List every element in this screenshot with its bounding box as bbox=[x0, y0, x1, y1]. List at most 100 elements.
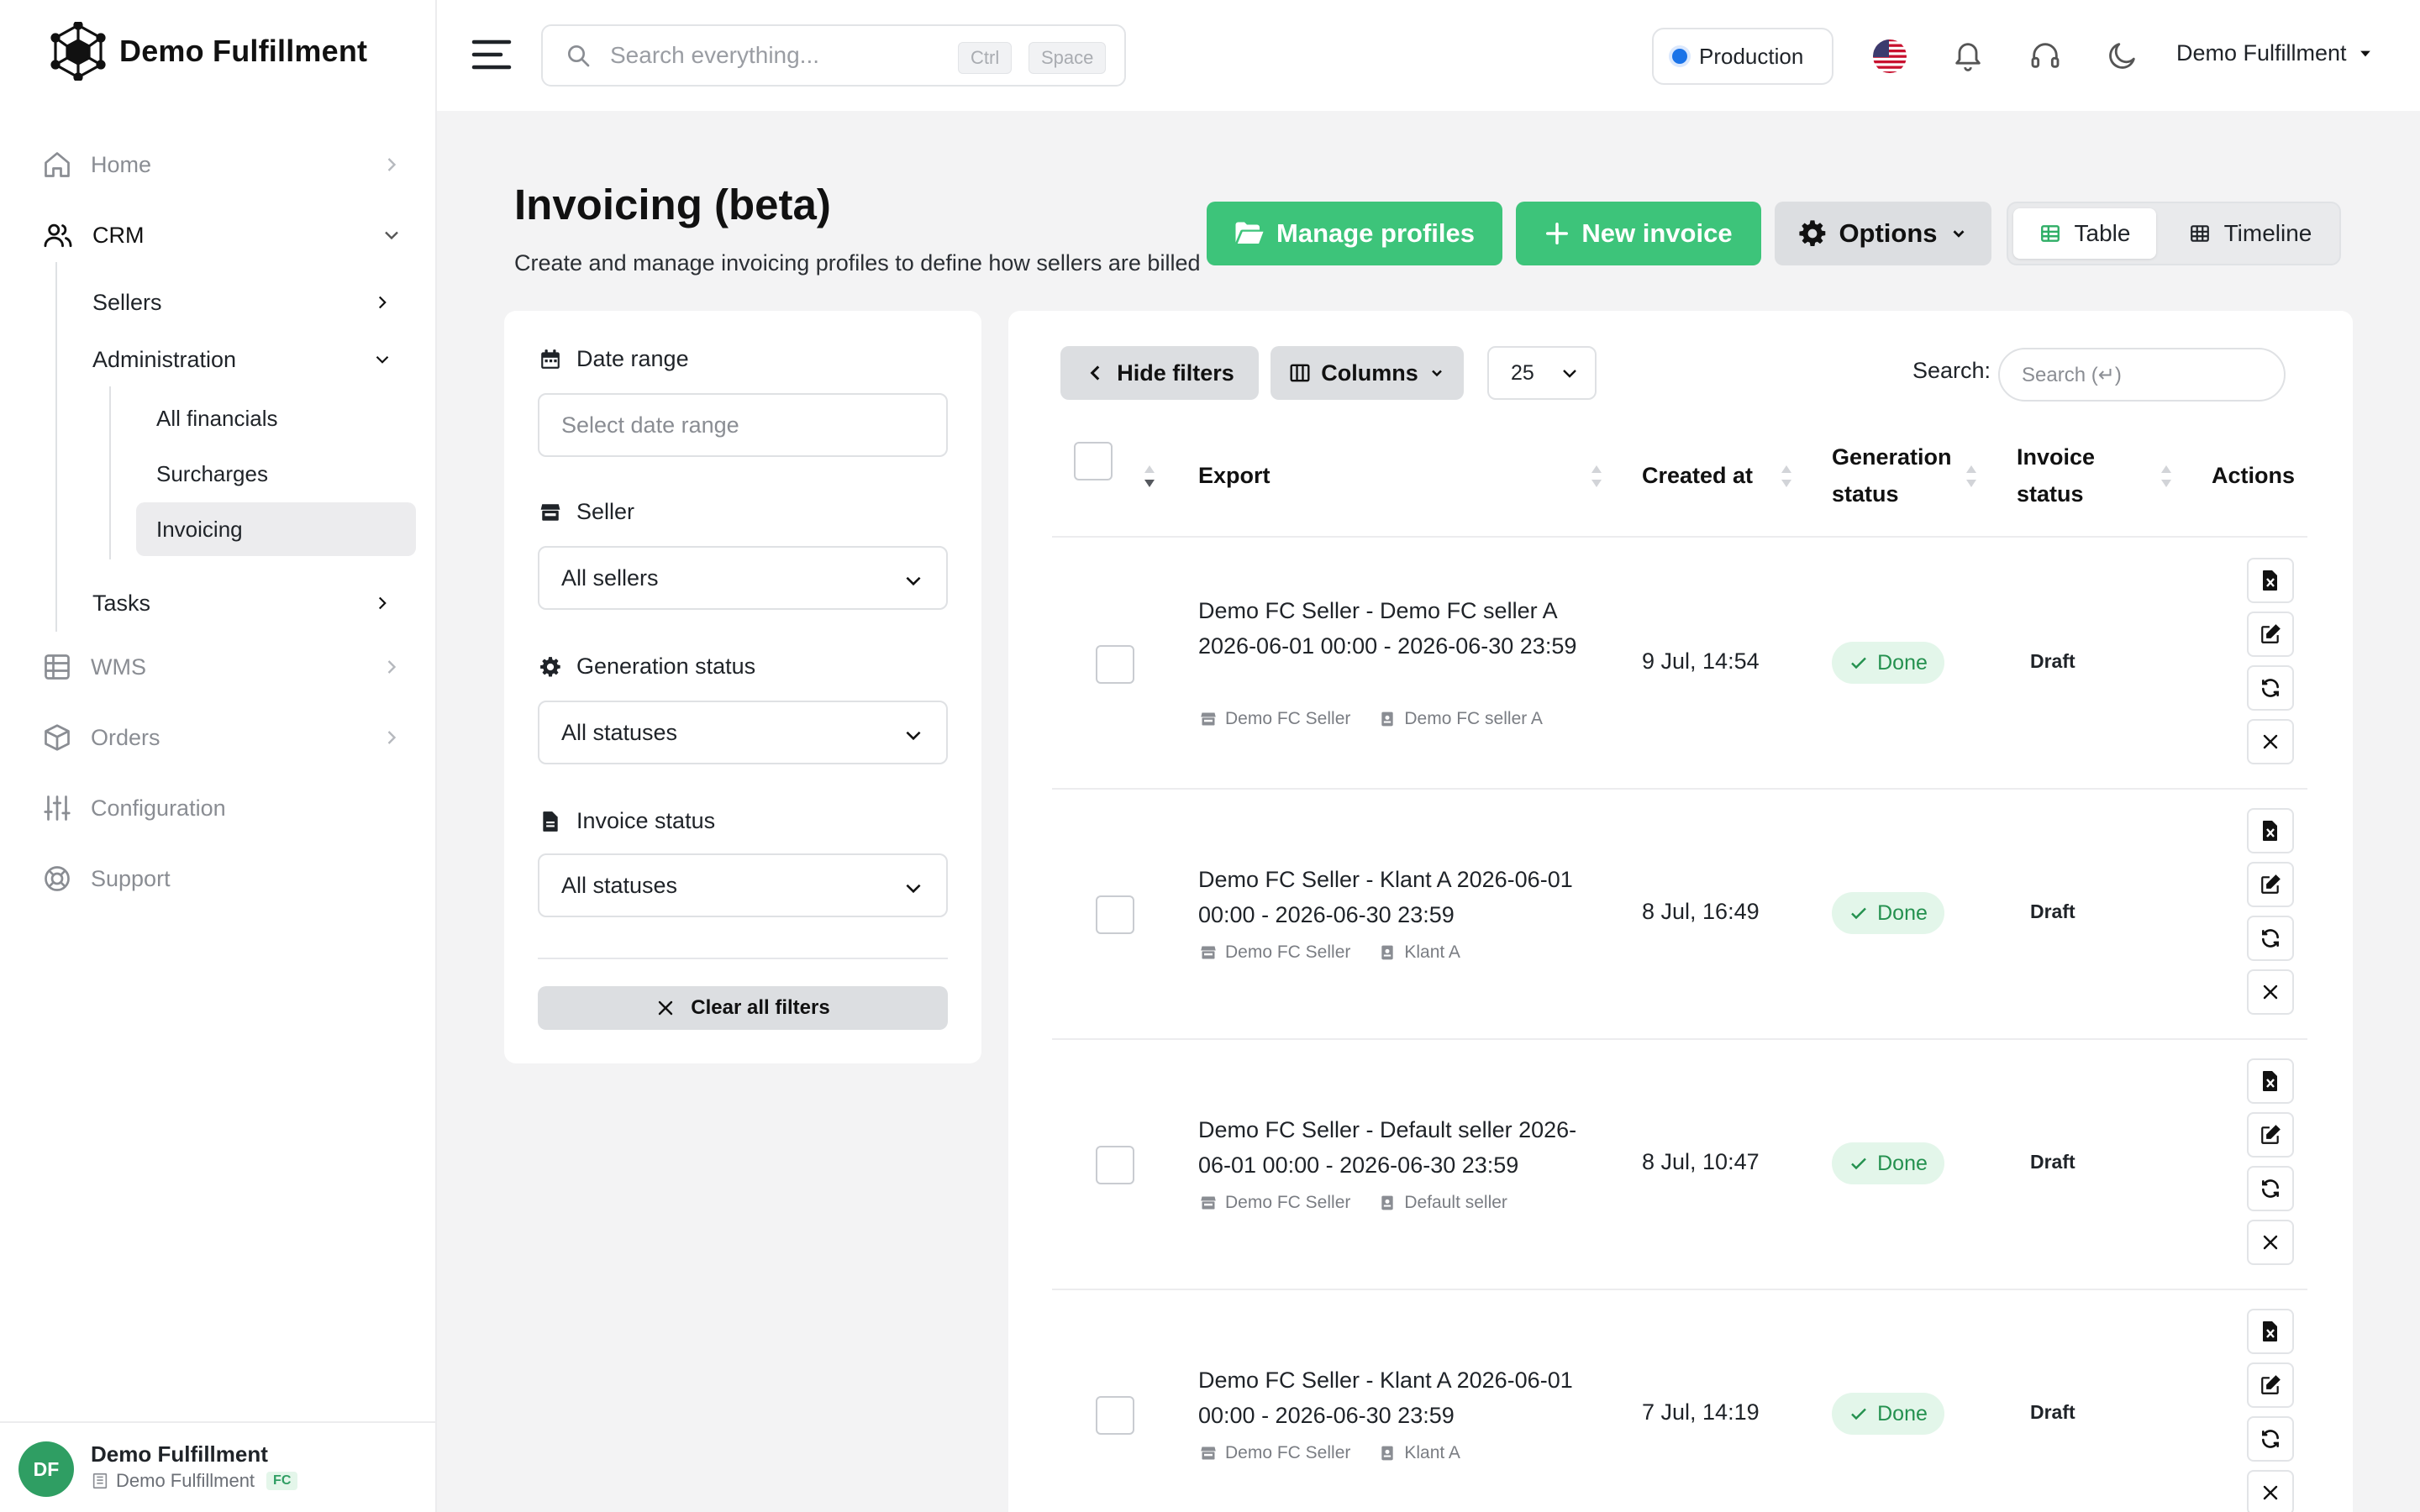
sort-icon[interactable] bbox=[1965, 462, 1978, 491]
invoice-status-select[interactable]: All statuses bbox=[538, 853, 948, 917]
file-excel-icon bbox=[2260, 1070, 2281, 1092]
calendar-icon bbox=[539, 349, 561, 370]
status-dot-icon bbox=[1672, 49, 1687, 64]
column-header-generation-status[interactable]: Generation status bbox=[1832, 438, 1952, 512]
edit-button[interactable] bbox=[2247, 862, 2294, 907]
menu-toggle-icon[interactable] bbox=[471, 34, 513, 76]
seller-select[interactable]: All sellers bbox=[538, 546, 948, 610]
chevron-down-icon bbox=[371, 349, 393, 370]
sidebar-item-invoicing[interactable]: Invoicing bbox=[136, 502, 416, 556]
table-icon bbox=[2039, 223, 2061, 244]
delete-button[interactable] bbox=[2247, 969, 2294, 1015]
plus-icon bbox=[1544, 221, 1570, 246]
edit-icon bbox=[2260, 874, 2281, 895]
regenerate-button[interactable] bbox=[2247, 1166, 2294, 1211]
customer-name: Klant A bbox=[1404, 942, 1460, 962]
sidebar-item-tasks[interactable]: Tasks bbox=[92, 581, 403, 625]
sidebar-item-all-financials[interactable]: All financials bbox=[136, 391, 416, 445]
chevron-down-icon bbox=[1949, 224, 1968, 243]
account-switcher[interactable]: DF Demo Fulfillment Demo Fulfillment FC bbox=[0, 1421, 437, 1512]
edit-button[interactable] bbox=[2247, 612, 2294, 657]
close-icon bbox=[2260, 1483, 2281, 1503]
moon-icon[interactable] bbox=[2106, 39, 2139, 72]
date-range-input[interactable]: Select date range bbox=[538, 393, 948, 457]
sort-icon[interactable] bbox=[1590, 462, 1603, 491]
regenerate-button[interactable] bbox=[2247, 916, 2294, 961]
column-header-export[interactable]: Export bbox=[1198, 457, 1270, 494]
clear-filters-button[interactable]: Clear all filters bbox=[538, 986, 948, 1030]
column-header-invoice-status[interactable]: Invoice status bbox=[2017, 438, 2095, 512]
sidebar-item-support[interactable]: Support bbox=[42, 855, 403, 902]
download-excel-button[interactable] bbox=[2247, 1309, 2294, 1354]
download-excel-button[interactable] bbox=[2247, 1058, 2294, 1104]
sidebar-item-configuration[interactable]: Configuration bbox=[42, 785, 403, 832]
sort-icon[interactable] bbox=[2160, 462, 2173, 491]
hide-filters-button[interactable]: Hide filters bbox=[1060, 346, 1259, 400]
tab-table-view[interactable]: Table bbox=[2013, 208, 2156, 259]
delete-button[interactable] bbox=[2247, 719, 2294, 764]
sidebar-item-label: Tasks bbox=[92, 590, 151, 616]
sidebar-item-sellers[interactable]: Sellers bbox=[92, 281, 403, 324]
headset-icon[interactable] bbox=[2028, 39, 2062, 72]
check-icon bbox=[1849, 1404, 1869, 1424]
sidebar-item-wms[interactable]: WMS bbox=[42, 643, 403, 690]
generation-status-label: Generation status bbox=[539, 654, 755, 680]
global-search-input[interactable]: Search everything... Ctrl Space bbox=[541, 24, 1126, 87]
select-all-checkbox[interactable] bbox=[1074, 442, 1113, 480]
row-checkbox[interactable] bbox=[1096, 1146, 1134, 1184]
table-search-input[interactable]: Search (↵) bbox=[1998, 348, 2286, 402]
sort-icon[interactable] bbox=[1143, 462, 1156, 491]
page-title: Invoicing (beta) bbox=[514, 181, 831, 228]
home-icon bbox=[42, 150, 72, 180]
new-invoice-button[interactable]: New invoice bbox=[1516, 202, 1761, 265]
delete-button[interactable] bbox=[2247, 1470, 2294, 1512]
download-excel-button[interactable] bbox=[2247, 558, 2294, 603]
us-flag-icon[interactable] bbox=[1872, 39, 1907, 74]
invoice-status: Draft bbox=[2030, 1151, 2075, 1173]
environment-switcher[interactable]: Production bbox=[1652, 28, 1833, 85]
row-checkbox[interactable] bbox=[1096, 1396, 1134, 1435]
column-header-created-at[interactable]: Created at bbox=[1642, 457, 1753, 494]
column-header-actions: Actions bbox=[2212, 463, 2296, 488]
sidebar-item-label: Orders bbox=[91, 724, 160, 750]
sidebar-item-label: CRM bbox=[92, 222, 145, 248]
sidebar-item-orders[interactable]: Orders bbox=[42, 714, 403, 761]
export-meta: Demo FC Seller Default seller bbox=[1200, 1193, 1507, 1213]
export-name[interactable]: Demo FC Seller - Default seller 2026-06-… bbox=[1198, 1112, 1602, 1183]
regenerate-button[interactable] bbox=[2247, 665, 2294, 711]
edit-button[interactable] bbox=[2247, 1362, 2294, 1408]
sliders-icon bbox=[42, 793, 72, 823]
brand-logo[interactable]: Demo Fulfillment bbox=[49, 22, 367, 81]
sidebar-item-home[interactable]: Home bbox=[42, 141, 403, 188]
export-name[interactable]: Demo FC Seller - Klant A 2026-06-01 00:0… bbox=[1198, 862, 1602, 932]
regenerate-button[interactable] bbox=[2247, 1416, 2294, 1462]
manage-profiles-button[interactable]: Manage profiles bbox=[1207, 202, 1502, 265]
user-menu[interactable]: Demo Fulfillment bbox=[2176, 40, 2374, 66]
row-checkbox[interactable] bbox=[1096, 895, 1134, 934]
generation-status-select[interactable]: All statuses bbox=[538, 701, 948, 764]
options-label: Options bbox=[1839, 218, 1938, 248]
clear-filters-label: Clear all filters bbox=[691, 996, 830, 1019]
options-button[interactable]: Options bbox=[1775, 202, 1991, 265]
sidebar-item-surcharges[interactable]: Surcharges bbox=[136, 447, 416, 501]
page-size-select[interactable]: 25 bbox=[1487, 346, 1597, 400]
tab-timeline-view[interactable]: Timeline bbox=[2165, 208, 2336, 259]
edit-button[interactable] bbox=[2247, 1112, 2294, 1158]
columns-button[interactable]: Columns bbox=[1270, 346, 1464, 400]
bell-icon[interactable] bbox=[1951, 39, 1985, 72]
sort-icon[interactable] bbox=[1780, 462, 1793, 491]
table-search-label: Search: bbox=[1912, 358, 1991, 383]
edit-icon bbox=[2260, 1124, 2281, 1146]
row-checkbox[interactable] bbox=[1096, 645, 1134, 684]
chevron-down-icon bbox=[902, 570, 924, 591]
export-name[interactable]: Demo FC Seller - Demo FC seller A 2026-0… bbox=[1198, 593, 1602, 664]
sidebar-item-crm[interactable]: CRM bbox=[42, 212, 403, 259]
status-badge: Done bbox=[1832, 1393, 1944, 1435]
delete-button[interactable] bbox=[2247, 1220, 2294, 1265]
chevron-down-icon bbox=[380, 223, 403, 247]
sidebar-item-administration[interactable]: Administration bbox=[92, 338, 403, 381]
refresh-icon bbox=[2260, 677, 2281, 699]
refresh-icon bbox=[2260, 927, 2281, 949]
export-name[interactable]: Demo FC Seller - Klant A 2026-06-01 00:0… bbox=[1198, 1362, 1602, 1433]
download-excel-button[interactable] bbox=[2247, 808, 2294, 853]
